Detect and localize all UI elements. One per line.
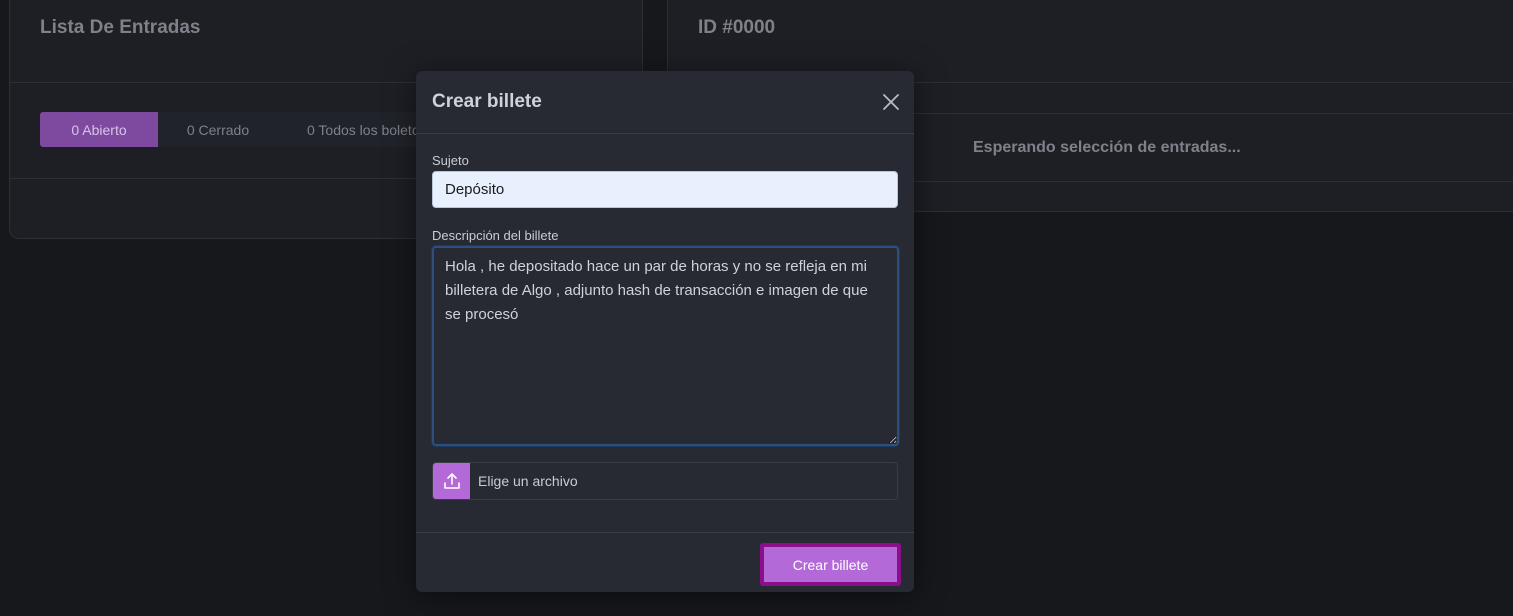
modal-header: Crear billete	[416, 71, 914, 134]
description-textarea[interactable]: Hola , he depositado hace un par de hora…	[432, 246, 899, 446]
close-button[interactable]	[882, 93, 900, 111]
modal-title: Crear billete	[432, 91, 542, 112]
divider	[416, 532, 914, 533]
create-ticket-button[interactable]: Crear billete	[760, 543, 901, 586]
close-icon	[883, 94, 899, 110]
upload-icon	[443, 473, 460, 489]
file-upload[interactable]: Elige un archivo	[432, 462, 898, 500]
upload-button[interactable]	[433, 463, 470, 499]
file-upload-label: Elige un archivo	[478, 473, 578, 489]
description-label: Descripción del billete	[432, 228, 559, 243]
subject-input[interactable]	[432, 171, 898, 208]
page: Lista De Entradas 0 Abierto 0 Cerrado 0 …	[0, 0, 1513, 616]
create-ticket-modal: Crear billete Sujeto Descripción del bil…	[416, 71, 914, 592]
subject-label: Sujeto	[432, 153, 469, 168]
